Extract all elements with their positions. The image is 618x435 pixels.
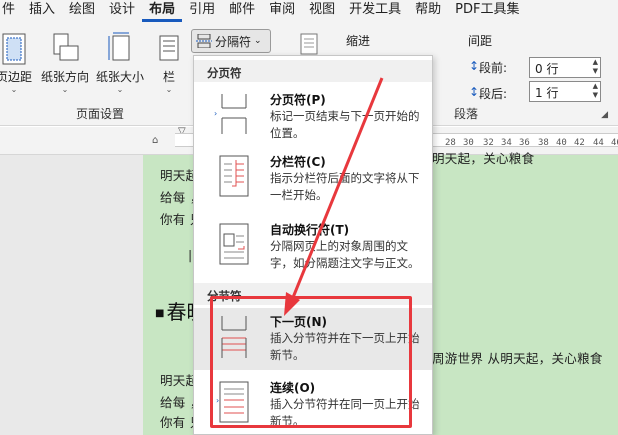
text-wrapping-break-icon — [219, 223, 249, 265]
chevron-down-icon: ⌄ — [116, 85, 124, 94]
section-breaks-header: 分节符 — [194, 283, 432, 305]
menu-item-text-wrapping-break[interactable]: 自动换行符(T) 分隔网页上的对象周围的文字，如分隔题注文字与正文。 — [194, 216, 432, 278]
columns-button[interactable]: 栏 ⌄ — [156, 32, 182, 94]
chevron-down-icon: ⌄ — [254, 36, 262, 46]
document-icon — [300, 33, 318, 55]
tab-review[interactable]: 审阅 — [262, 0, 302, 22]
tab-references[interactable]: 引用 — [182, 0, 222, 22]
continuous-section-icon: › — [216, 381, 249, 423]
menu-item-continuous[interactable]: › 连续(O) 插入分节符并在同一页上开始新节。 — [194, 374, 432, 434]
margins-icon — [2, 33, 26, 65]
ruler-tick: 32 — [483, 138, 494, 148]
indent-marker-icon[interactable]: ⌂ — [152, 135, 158, 146]
paragraph-group-label: 段落 — [454, 107, 479, 121]
menu-item-description: 分隔网页上的对象周围的文字，如分隔题注文字与正文。 — [270, 239, 420, 270]
spacing-after-input[interactable]: 1 行 ▲ ▼ — [529, 81, 601, 102]
menu-item-title: 分页符(P) — [270, 93, 326, 107]
size-button[interactable]: 纸张大小 ⌄ — [94, 32, 146, 94]
menu-item-description: 指示分栏符后面的文字将从下一栏开始。 — [270, 171, 420, 202]
menu-item-title: 分栏符(C) — [270, 155, 326, 169]
ruler-tick: 40 — [556, 138, 567, 148]
chevron-down-icon: ⌄ — [165, 85, 173, 94]
spacing-before-input[interactable]: 0 行 ▲ ▼ — [529, 57, 601, 78]
columns-icon — [159, 35, 179, 61]
breaks-label: 分隔符 — [215, 34, 252, 49]
ruler-tick: 44 — [593, 138, 604, 148]
spacing-before-value: 0 行 — [535, 62, 559, 76]
spacing-before-icon: ↕ — [469, 59, 480, 73]
menu-item-next-page[interactable]: 下一页(N) 插入分节符并在下一页上开始新节。 — [194, 308, 432, 370]
indent-label: 缩进 — [346, 34, 371, 48]
ribbon-tabs: 件 插入 绘图 设计 布局 引用 邮件 审阅 视图 开发工具 帮助 PDF工具集 — [0, 0, 618, 22]
menu-item-title: 下一页(N) — [270, 315, 328, 329]
spacing-after-icon: ↕ — [469, 85, 480, 99]
margins-label: 页边距 — [0, 70, 32, 84]
orientation-label: 纸张方向 — [40, 70, 89, 84]
breaks-icon — [196, 34, 212, 48]
tab-insert[interactable]: 插入 — [22, 0, 62, 22]
page-breaks-header: 分页符 — [194, 60, 432, 82]
tab-design[interactable]: 设计 — [102, 0, 142, 22]
spacing-before-label: 段前: — [479, 61, 508, 75]
page-break-icon: › — [214, 94, 247, 134]
size-label: 纸张大小 — [95, 70, 144, 84]
column-break-icon — [219, 155, 249, 197]
tab-file[interactable]: 件 — [0, 0, 22, 22]
text-cursor: | — [188, 247, 193, 262]
tab-developer[interactable]: 开发工具 — [342, 0, 408, 22]
spacing-label: 间距 — [468, 34, 493, 48]
svg-text:›: › — [214, 109, 217, 118]
spacing-after-value: 1 行 — [535, 86, 559, 100]
page-setup-group-label: 页面设置 — [76, 107, 125, 121]
ruler-tick: 38 — [538, 138, 549, 148]
dialog-launcher-icon[interactable]: ◢ — [601, 110, 608, 120]
menu-item-title: 自动换行符(T) — [270, 223, 350, 237]
breaks-button[interactable]: 分隔符 ⌄ — [191, 29, 271, 53]
ruler-tick: 36 — [519, 138, 530, 148]
columns-label: 栏 — [162, 70, 175, 84]
paper-size-icon — [108, 32, 130, 61]
next-page-section-icon — [221, 316, 247, 358]
spacing-after-label: 段后: — [479, 87, 508, 101]
orientation-button[interactable]: 纸张方向 ⌄ — [37, 32, 93, 94]
ruler-tick: 28 — [445, 138, 456, 148]
chevron-down-icon: ⌄ — [10, 85, 18, 94]
menu-item-column-break[interactable]: 分栏符(C) 指示分栏符后面的文字将从下一栏开始。 — [194, 148, 432, 208]
menu-item-title: 连续(O) — [270, 381, 316, 395]
menu-item-page-break[interactable]: › 分页符(P) 标记一页结束与下一页开始的位置。 — [194, 86, 432, 142]
menu-item-description: 插入分节符并在下一页上开始新节。 — [270, 331, 420, 362]
bullet-icon: ■ — [155, 308, 165, 319]
tab-pdf-tools[interactable]: PDF工具集 — [448, 0, 526, 22]
ruler-tick: 42 — [574, 138, 585, 148]
svg-text:›: › — [216, 396, 219, 405]
ruler-tick: 30 — [463, 138, 474, 148]
spinner-icon[interactable]: ▲ ▼ — [593, 82, 598, 100]
orientation-icon — [53, 33, 79, 61]
tab-layout[interactable]: 布局 — [142, 0, 183, 22]
tab-draw[interactable]: 绘图 — [62, 0, 102, 22]
document-line: 周游世界 从明天起，关心粮食 — [432, 351, 603, 366]
tab-mailings[interactable]: 邮件 — [222, 0, 262, 22]
menu-item-description: 插入分节符并在同一页上开始新节。 — [270, 397, 420, 428]
menu-item-description: 标记一页结束与下一页开始的位置。 — [270, 109, 420, 140]
document-line: 明天起，关心粮食 — [432, 151, 535, 166]
chevron-down-icon: ⌄ — [61, 85, 69, 94]
breaks-dropdown-menu: 分页符 › 分页符(P) 标记一页结束与下一页开始的位置。 分栏符(C) 指示分… — [193, 55, 433, 435]
ruler-tick: 34 — [501, 138, 512, 148]
tab-help[interactable]: 帮助 — [408, 0, 448, 22]
spinner-icon[interactable]: ▲ ▼ — [593, 58, 598, 76]
tab-view[interactable]: 视图 — [302, 0, 342, 22]
margins-button[interactable]: 页边距 ⌄ — [0, 32, 36, 94]
ruler-tick: 46 — [611, 138, 618, 148]
